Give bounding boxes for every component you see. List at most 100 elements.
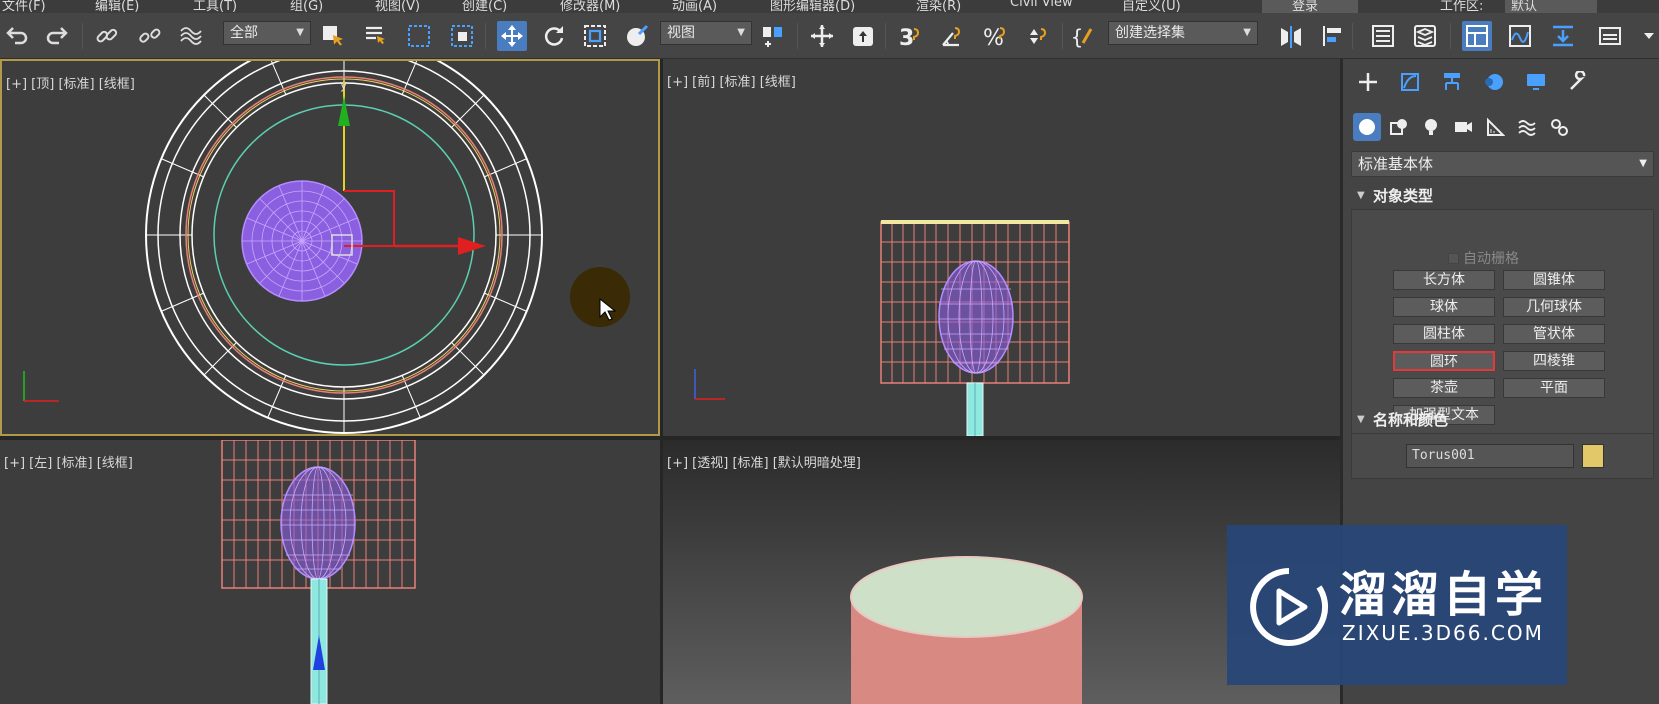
torus-button[interactable]: 圆环 xyxy=(1393,351,1495,371)
workspace-dropdown[interactable]: 默认 xyxy=(1505,0,1598,13)
named-selection-dropdown[interactable]: 创建选择集 ▼ xyxy=(1108,21,1258,45)
autogrid-checkbox[interactable]: 自动栅格 xyxy=(1448,248,1519,268)
scale-icon[interactable] xyxy=(580,21,610,51)
watermark: 溜溜自学 ZIXUE.3D66.COM xyxy=(1227,525,1567,685)
redo-icon[interactable] xyxy=(42,21,72,51)
viewport-splitter-horizontal[interactable] xyxy=(0,436,1340,440)
object-color-swatch[interactable] xyxy=(1582,444,1604,468)
utilities-tab-icon[interactable] xyxy=(1563,69,1593,95)
svg-text:3: 3 xyxy=(899,26,914,49)
edit-named-sets-icon[interactable]: { xyxy=(1068,21,1098,51)
link-icon[interactable] xyxy=(92,21,122,51)
play-logo-icon xyxy=(1250,568,1329,646)
hierarchy-tab-icon[interactable] xyxy=(1437,69,1467,95)
selection-filter-value: 全部 xyxy=(230,25,258,41)
menu-edit[interactable]: 编辑(E) xyxy=(95,0,139,13)
viewport-splitter-vertical[interactable] xyxy=(660,59,663,704)
menu-file[interactable]: 文件(F) xyxy=(2,0,46,13)
rendered-frame-icon[interactable] xyxy=(1595,21,1625,51)
percent-snap-icon[interactable]: % xyxy=(980,21,1010,51)
create-tab-icon[interactable] xyxy=(1353,69,1383,95)
tube-button[interactable]: 管状体 xyxy=(1503,324,1605,344)
select-by-name-icon[interactable] xyxy=(361,21,391,51)
motion-tab-icon[interactable] xyxy=(1479,69,1509,95)
bind-spacewarp-icon[interactable] xyxy=(176,21,206,51)
render-setup-icon[interactable] xyxy=(1548,21,1578,51)
named-selection-value: 创建选择集 xyxy=(1115,25,1185,41)
name-color-title: 名称和颜色 xyxy=(1373,411,1449,429)
keyboard-shortcut-icon[interactable] xyxy=(848,21,878,51)
modify-tab-icon[interactable] xyxy=(1395,69,1425,95)
placement-icon[interactable] xyxy=(622,21,652,51)
select-object-icon[interactable] xyxy=(318,21,348,51)
layer-explorer-icon[interactable] xyxy=(1368,21,1398,51)
box-button[interactable]: 长方体 xyxy=(1393,270,1495,290)
name-color-rollout-header[interactable]: ▼ 名称和颜色 xyxy=(1351,409,1654,431)
watermark-title: 溜溜自学 xyxy=(1339,567,1548,623)
display-tab-icon[interactable] xyxy=(1521,69,1551,95)
menu-tools[interactable]: 工具(T) xyxy=(193,0,237,13)
top-view-scene: y xyxy=(23,61,543,434)
teapot-button[interactable]: 茶壶 xyxy=(1393,378,1495,398)
left-view-scene xyxy=(221,440,416,704)
object-type-rollout-header[interactable]: ▼ 对象类型 xyxy=(1351,185,1654,207)
menu-views[interactable]: 视图(V) xyxy=(375,0,420,13)
selection-filter-dropdown[interactable]: 全部 ▼ xyxy=(223,21,311,45)
shapes-icon[interactable] xyxy=(1385,113,1413,141)
autogrid-label: 自动栅格 xyxy=(1463,251,1519,267)
menu-bar: 文件(F) 编辑(E) 工具(T) 组(G) 视图(V) 创建(C) 修改器(M… xyxy=(0,0,1659,13)
spinner-snap-icon[interactable] xyxy=(1022,21,1052,51)
menu-create[interactable]: 创建(C) xyxy=(462,0,507,13)
svg-text:{: { xyxy=(1071,25,1083,49)
cameras-icon[interactable] xyxy=(1449,113,1477,141)
spacewarps-icon[interactable] xyxy=(1513,113,1541,141)
mirror-icon[interactable] xyxy=(1276,21,1306,51)
menu-modifiers[interactable]: 修改器(M) xyxy=(560,0,620,13)
rect-region-icon[interactable] xyxy=(404,21,434,51)
ref-coord-dropdown[interactable]: 视图 ▼ xyxy=(660,21,752,45)
viewport-top[interactable]: [+] [顶] [标准] [线框] y xyxy=(0,59,660,436)
chevron-down-icon: ▼ xyxy=(296,27,304,38)
menu-customize[interactable]: 自定义(U) xyxy=(1122,0,1181,13)
pyramid-button[interactable]: 四棱锥 xyxy=(1503,351,1605,371)
front-view-scene xyxy=(694,220,1070,436)
manipulate-icon[interactable] xyxy=(807,21,837,51)
object-name-field[interactable]: Torus001 xyxy=(1406,444,1574,468)
pivot-icon[interactable] xyxy=(758,21,788,51)
rotate-icon[interactable] xyxy=(538,21,568,51)
cone-button[interactable]: 圆锥体 xyxy=(1503,270,1605,290)
scene-explorer-icon[interactable] xyxy=(1410,21,1440,51)
geosphere-button[interactable]: 几何球体 xyxy=(1503,297,1605,317)
viewport-left[interactable]: [+] [左] [标准] [线框] xyxy=(0,440,660,704)
snap-toggle-icon[interactable]: 3 xyxy=(895,21,925,51)
category-value: 标准基本体 xyxy=(1358,155,1434,173)
category-dropdown[interactable]: 标准基本体 ▼ xyxy=(1351,151,1654,177)
geometry-icon[interactable] xyxy=(1353,113,1381,141)
curve-editor-icon[interactable] xyxy=(1505,21,1535,51)
menu-civil-view[interactable]: Civil View xyxy=(1010,0,1073,10)
unlink-icon[interactable] xyxy=(135,21,165,51)
align-icon[interactable] xyxy=(1317,21,1347,51)
move-icon[interactable] xyxy=(497,21,527,51)
plane-button[interactable]: 平面 xyxy=(1503,378,1605,398)
workspace-label: 工作区: xyxy=(1440,0,1484,13)
lights-icon[interactable] xyxy=(1417,113,1445,141)
angle-snap-icon[interactable] xyxy=(937,21,967,51)
helpers-icon[interactable] xyxy=(1481,113,1509,141)
menu-graph-editors[interactable]: 图形编辑器(D) xyxy=(770,0,855,13)
ribbon-icon[interactable] xyxy=(1462,21,1492,51)
menu-group[interactable]: 组(G) xyxy=(290,0,323,13)
systems-icon[interactable] xyxy=(1545,113,1573,141)
window-crossing-icon[interactable] xyxy=(447,21,477,51)
ref-coord-value: 视图 xyxy=(667,25,695,41)
toolbar-overflow-icon[interactable] xyxy=(1638,21,1659,51)
undo-icon[interactable] xyxy=(2,21,32,51)
chevron-down-icon: ▼ xyxy=(737,27,745,38)
viewport-front[interactable]: [+] [前] [标准] [线框] xyxy=(663,59,1340,436)
login-dropdown[interactable]: 登录 xyxy=(1262,0,1359,13)
menu-animation[interactable]: 动画(A) xyxy=(672,0,717,13)
sphere-button[interactable]: 球体 xyxy=(1393,297,1495,317)
collapse-triangle-icon: ▼ xyxy=(1357,190,1365,201)
menu-rendering[interactable]: 渲染(R) xyxy=(916,0,961,13)
cylinder-button[interactable]: 圆柱体 xyxy=(1393,324,1495,344)
